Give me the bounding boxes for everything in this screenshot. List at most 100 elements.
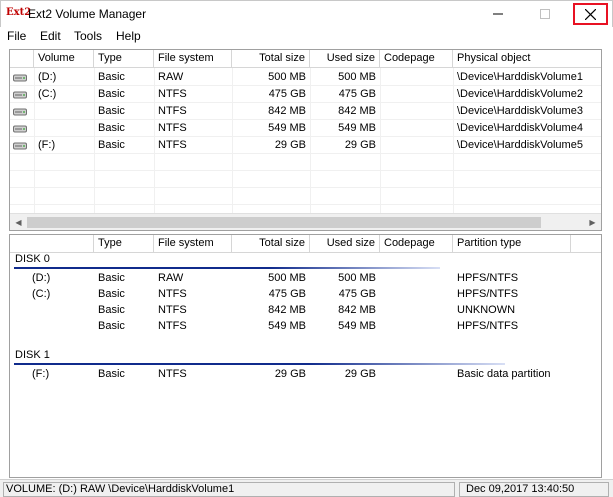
cell-codepage [380,137,453,154]
drive-icon [13,141,27,150]
status-datetime: Dec 09,2017 13:40:50 [459,482,609,497]
header-partition-type[interactable]: Partition type [453,235,571,253]
cell-file-system: RAW [158,71,184,83]
cell-type: Basic [98,105,125,117]
volume-list-header: Volume Type File system Total size Used … [10,50,601,68]
cell-codepage [380,69,453,86]
cell-volume: (F:) [32,368,50,380]
cell-type: Basic [98,71,125,83]
scroll-left-icon[interactable]: ◀ [10,214,27,230]
header-type[interactable]: Type [94,235,154,253]
partition-row[interactable]: Basic NTFS 842 MB 842 MB UNKNOWN [10,302,601,319]
disk-label: DISK 0 [15,253,50,265]
cell-file-system: NTFS [158,288,187,300]
cell-used-size: 842 MB [338,105,376,117]
header-icon-col[interactable] [10,50,34,68]
partition-row[interactable]: (C:) Basic NTFS 475 GB 475 GB HPFS/NTFS [10,286,601,303]
cell-type: Basic [98,139,125,151]
drive-icon [13,124,27,133]
table-row[interactable]: (D:) Basic RAW 500 MB 500 MB \Device\Har… [10,69,601,86]
partition-row[interactable]: (F:) Basic NTFS 29 GB 29 GB Basic data p… [10,366,601,383]
menu-bar: File Edit Tools Help [0,27,613,46]
scroll-right-icon[interactable]: ▶ [584,214,601,230]
menu-file[interactable]: File [7,29,26,43]
horizontal-scrollbar[interactable]: ◀ ▶ [10,213,601,230]
disk-separator [14,363,505,365]
maximize-button[interactable] [528,1,562,27]
maximize-icon [540,9,550,19]
cell-volume: (C:) [32,288,51,300]
cell-type: Basic [98,320,125,332]
disk-list-header: Type File system Total size Used size Co… [10,235,601,253]
header-total-size[interactable]: Total size [232,50,310,68]
header-physical-object[interactable]: Physical object [453,50,601,68]
cell-total-size: 500 MB [268,272,306,284]
cell-volume [34,120,94,137]
cell-codepage [380,103,453,120]
drive-icon [13,107,27,116]
table-row[interactable]: Basic NTFS 842 MB 842 MB \Device\Harddis… [10,103,601,120]
cell-physical-object: \Device\HarddiskVolume2 [457,88,583,100]
table-row[interactable]: (F:) Basic NTFS 29 GB 29 GB \Device\Hard… [10,137,601,154]
header-total-size[interactable]: Total size [232,235,310,253]
partition-row[interactable]: Basic NTFS 549 MB 549 MB HPFS/NTFS [10,318,601,335]
empty-row [10,154,601,171]
header-codepage[interactable]: Codepage [380,50,453,68]
close-button[interactable] [573,3,608,25]
cell-partition-type: HPFS/NTFS [457,288,519,300]
cell-type: Basic [98,304,125,316]
disk-label: DISK 1 [15,349,50,361]
cell-type: Basic [98,122,125,134]
disk-list[interactable]: Type File system Total size Used size Co… [9,234,602,478]
minimize-button[interactable] [481,1,515,27]
header-filler [571,235,601,253]
cell-codepage [380,302,453,319]
cell-file-system: NTFS [158,122,187,134]
header-used-size[interactable]: Used size [310,235,380,253]
empty-row [10,171,601,188]
menu-edit[interactable]: Edit [40,29,61,43]
cell-total-size: 475 GB [268,88,306,100]
header-file-system[interactable]: File system [154,50,232,68]
table-row[interactable]: (C:) Basic NTFS 475 GB 475 GB \Device\Ha… [10,86,601,103]
volume-list[interactable]: Volume Type File system Total size Used … [9,49,602,231]
header-volume[interactable]: Volume [34,50,94,68]
header-file-system[interactable]: File system [154,235,232,253]
menu-tools[interactable]: Tools [74,29,102,43]
cell-total-size: 29 GB [274,368,306,380]
cell-total-size: 29 GB [274,139,306,151]
header-disk[interactable] [10,235,94,253]
header-type[interactable]: Type [94,50,154,68]
title-bar: Ext2 Ext2 Volume Manager [0,0,613,27]
cell-used-size: 842 MB [338,304,376,316]
cell-codepage [380,366,453,383]
cell-physical-object: \Device\HarddiskVolume1 [457,71,583,83]
cell-partition-type: HPFS/NTFS [457,272,519,284]
cell-used-size: 500 MB [338,71,376,83]
header-used-size[interactable]: Used size [310,50,380,68]
cell-file-system: RAW [158,272,184,284]
cell-total-size: 549 MB [268,320,306,332]
cell-used-size: 475 GB [338,288,376,300]
window-title: Ext2 Volume Manager [28,7,147,21]
menu-help[interactable]: Help [116,29,141,43]
cell-used-size: 29 GB [344,368,376,380]
scrollbar-thumb[interactable] [27,217,541,228]
table-row[interactable]: Basic NTFS 549 MB 549 MB \Device\Harddis… [10,120,601,137]
cell-total-size: 842 MB [268,105,306,117]
cell-total-size: 549 MB [268,122,306,134]
cell-file-system: NTFS [158,105,187,117]
header-codepage[interactable]: Codepage [380,235,453,253]
drive-icon [13,90,27,99]
cell-file-system: NTFS [158,139,187,151]
cell-physical-object: \Device\HarddiskVolume3 [457,105,583,117]
cell-used-size: 29 GB [344,139,376,151]
partition-row[interactable]: (D:) Basic RAW 500 MB 500 MB HPFS/NTFS [10,270,601,287]
cell-partition-type: UNKNOWN [457,304,516,316]
cell-codepage [380,270,453,287]
cell-volume: (C:) [38,88,57,100]
cell-volume [28,318,94,335]
cell-volume [28,302,94,319]
cell-file-system: NTFS [158,368,187,380]
cell-used-size: 549 MB [338,122,376,134]
